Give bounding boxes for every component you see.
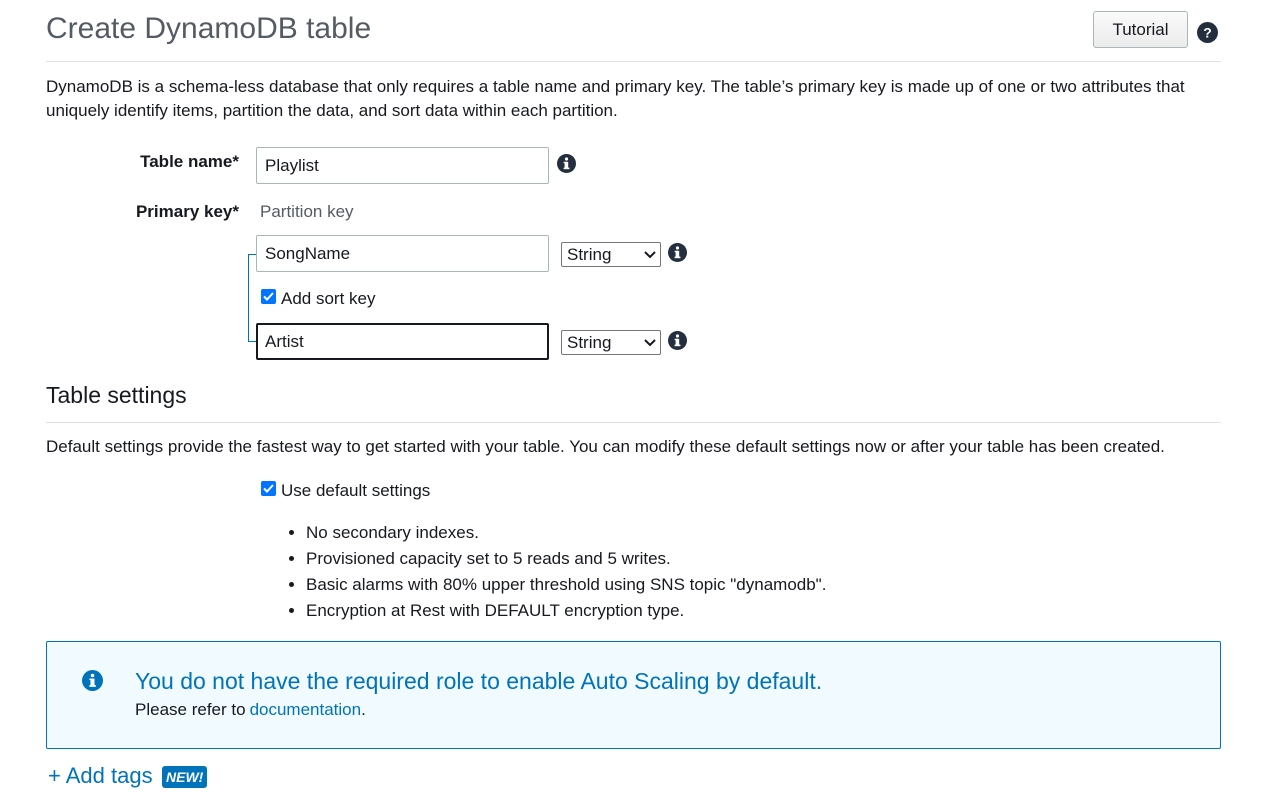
table-name-input[interactable] [256, 147, 549, 184]
partition-key-label: Partition key [260, 202, 354, 221]
list-item: Provisioned capacity set to 5 reads and … [306, 546, 826, 572]
documentation-link[interactable]: documentation [250, 700, 362, 719]
new-badge: NEW! [162, 766, 208, 788]
settings-divider [46, 422, 1221, 423]
partition-key-type-value: String [567, 244, 612, 264]
info-icon[interactable] [668, 331, 687, 350]
add-sort-key-label[interactable]: Add sort key [281, 289, 376, 309]
table-name-label: Table name* [140, 152, 239, 171]
list-item: Basic alarms with 80% upper threshold us… [306, 572, 826, 598]
primary-key-label: Primary key* [135, 202, 239, 221]
settings-description: Default settings provide the fastest way… [46, 437, 1165, 456]
sort-key-input[interactable] [256, 323, 549, 360]
alert-body-suffix: . [361, 700, 366, 719]
table-settings-title: Table settings [46, 382, 187, 408]
partition-key-type-select[interactable]: String [561, 242, 661, 267]
info-icon [82, 670, 103, 691]
add-tags-link[interactable]: + Add tags [48, 763, 153, 789]
alert-title: You do not have the required role to ena… [135, 668, 823, 694]
list-item: No secondary indexes. [306, 520, 826, 546]
use-default-settings-checkbox[interactable] [261, 481, 276, 496]
checkmark-icon [263, 484, 274, 493]
default-settings-list: No secondary indexes. Provisioned capaci… [288, 520, 826, 624]
help-icon[interactable]: ? [1197, 22, 1218, 43]
alert-body: Please refer to documentation. [135, 700, 366, 720]
add-sort-key-checkbox[interactable] [261, 289, 276, 304]
alert-body-prefix: Please refer to [135, 700, 246, 719]
list-item: Encryption at Rest with DEFAULT encrypti… [306, 598, 826, 624]
info-icon[interactable] [557, 154, 576, 173]
tutorial-button[interactable]: Tutorial [1093, 11, 1188, 48]
chevron-down-icon [644, 338, 656, 346]
use-default-settings-label[interactable]: Use default settings [281, 481, 430, 501]
svg-text:?: ? [1203, 25, 1212, 41]
sort-key-type-value: String [567, 332, 612, 352]
page-title: Create DynamoDB table [46, 12, 372, 45]
header-divider [46, 61, 1221, 62]
auto-scaling-alert: You do not have the required role to ena… [46, 641, 1221, 749]
info-icon[interactable] [668, 243, 687, 262]
checkmark-icon [263, 292, 274, 301]
chevron-down-icon [644, 250, 656, 258]
sort-key-type-select[interactable]: String [561, 330, 661, 355]
intro-text: DynamoDB is a schema-less database that … [46, 77, 1185, 120]
partition-key-input[interactable] [256, 235, 549, 272]
